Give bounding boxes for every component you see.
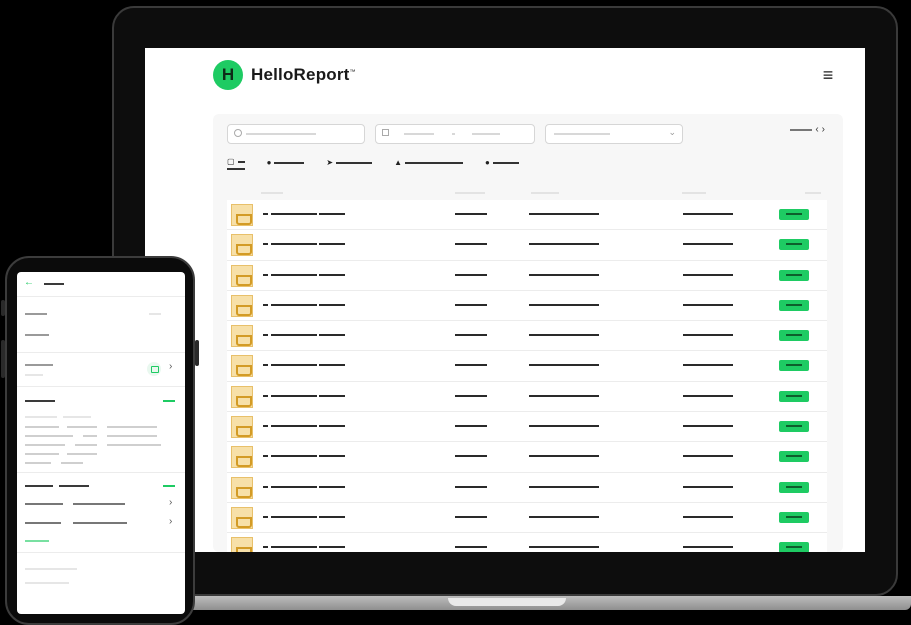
search-input[interactable]	[227, 124, 365, 144]
status-badge	[779, 239, 809, 251]
report-thumbnail-icon	[231, 264, 253, 287]
tab-fifth[interactable]: ●	[485, 156, 519, 170]
device-mockup-stage: H HelloReport™ ≡ ⌄ ‹ › ▢ ● ➤ ▲ ● ← › › ›	[0, 0, 911, 625]
app-name: HelloReport™	[251, 65, 356, 84]
document-icon: ▢	[227, 157, 235, 166]
tab-users[interactable]: ▲	[394, 156, 464, 170]
laptop-notch	[448, 598, 566, 606]
tab-bar: ▢ ● ➤ ▲ ●	[227, 156, 519, 170]
report-thumbnail-icon	[231, 325, 253, 348]
user-icon: ▲	[394, 158, 403, 167]
date-range-filter[interactable]	[375, 124, 535, 144]
chevron-right-icon[interactable]: ›	[169, 497, 172, 508]
report-thumbnail-icon	[231, 506, 253, 529]
camera-icon[interactable]	[147, 362, 161, 376]
table-row[interactable]	[227, 381, 827, 413]
status-badge	[779, 299, 809, 311]
report-thumbnail-icon	[231, 537, 253, 552]
table-row[interactable]	[227, 412, 827, 443]
report-thumbnail-icon	[231, 446, 253, 469]
laptop-screen: H HelloReport™ ≡ ⌄ ‹ › ▢ ● ➤ ▲ ●	[145, 48, 865, 552]
table-row[interactable]	[227, 200, 827, 231]
pagination: ‹ ›	[790, 125, 825, 135]
status-badge	[779, 542, 809, 552]
phone-side-button	[1, 300, 5, 316]
report-table	[227, 200, 827, 552]
table-header	[227, 188, 827, 198]
chevron-right-icon[interactable]: ›	[169, 361, 172, 372]
table-row[interactable]	[227, 321, 827, 352]
logo-mark-icon: H	[213, 60, 243, 90]
report-thumbnail-icon	[231, 234, 253, 257]
chevron-right-icon[interactable]: ›	[822, 125, 825, 135]
search-icon	[234, 129, 242, 137]
table-row[interactable]	[227, 351, 827, 382]
status-badge	[779, 481, 809, 493]
status-badge	[779, 269, 809, 281]
report-thumbnail-icon	[231, 385, 253, 408]
back-arrow-icon[interactable]: ←	[24, 277, 34, 288]
phone-screen: ← › › ›	[17, 272, 185, 614]
phone-power-button	[195, 340, 199, 366]
report-thumbnail-icon	[231, 416, 253, 439]
calendar-icon	[382, 129, 389, 136]
report-thumbnail-icon	[231, 355, 253, 378]
status-badge	[779, 209, 809, 220]
table-row[interactable]	[227, 260, 827, 291]
status-badge	[779, 451, 809, 463]
table-row[interactable]	[227, 502, 827, 534]
status-badge	[779, 360, 809, 372]
report-thumbnail-icon	[231, 294, 253, 317]
chevron-left-icon[interactable]: ‹	[815, 125, 818, 135]
table-row[interactable]	[227, 472, 827, 503]
phone-side-button	[1, 340, 5, 378]
chevron-right-icon[interactable]: ›	[169, 516, 172, 527]
table-row[interactable]	[227, 230, 827, 261]
tab-documents[interactable]: ▢	[227, 156, 245, 170]
tab-second[interactable]: ●	[267, 156, 305, 170]
table-row[interactable]	[227, 442, 827, 473]
report-thumbnail-icon	[231, 476, 253, 499]
status-badge	[779, 511, 809, 523]
hamburger-menu-icon[interactable]: ≡	[817, 64, 839, 86]
status-badge	[779, 390, 809, 402]
status-badge	[779, 421, 809, 433]
status-badge	[779, 330, 809, 342]
report-list-panel: ⌄ ‹ › ▢ ● ➤ ▲ ●	[213, 114, 843, 552]
status-select[interactable]: ⌄	[545, 124, 683, 144]
chevron-down-icon: ⌄	[668, 127, 676, 137]
report-thumbnail-icon	[231, 204, 253, 226]
table-row[interactable]	[227, 533, 827, 552]
tab-location[interactable]: ➤	[326, 156, 373, 170]
location-icon: ➤	[326, 158, 334, 167]
circle-icon: ●	[266, 158, 272, 167]
circle-icon: ●	[485, 158, 490, 167]
table-row[interactable]	[227, 290, 827, 322]
app-logo[interactable]: H HelloReport™	[213, 60, 356, 90]
